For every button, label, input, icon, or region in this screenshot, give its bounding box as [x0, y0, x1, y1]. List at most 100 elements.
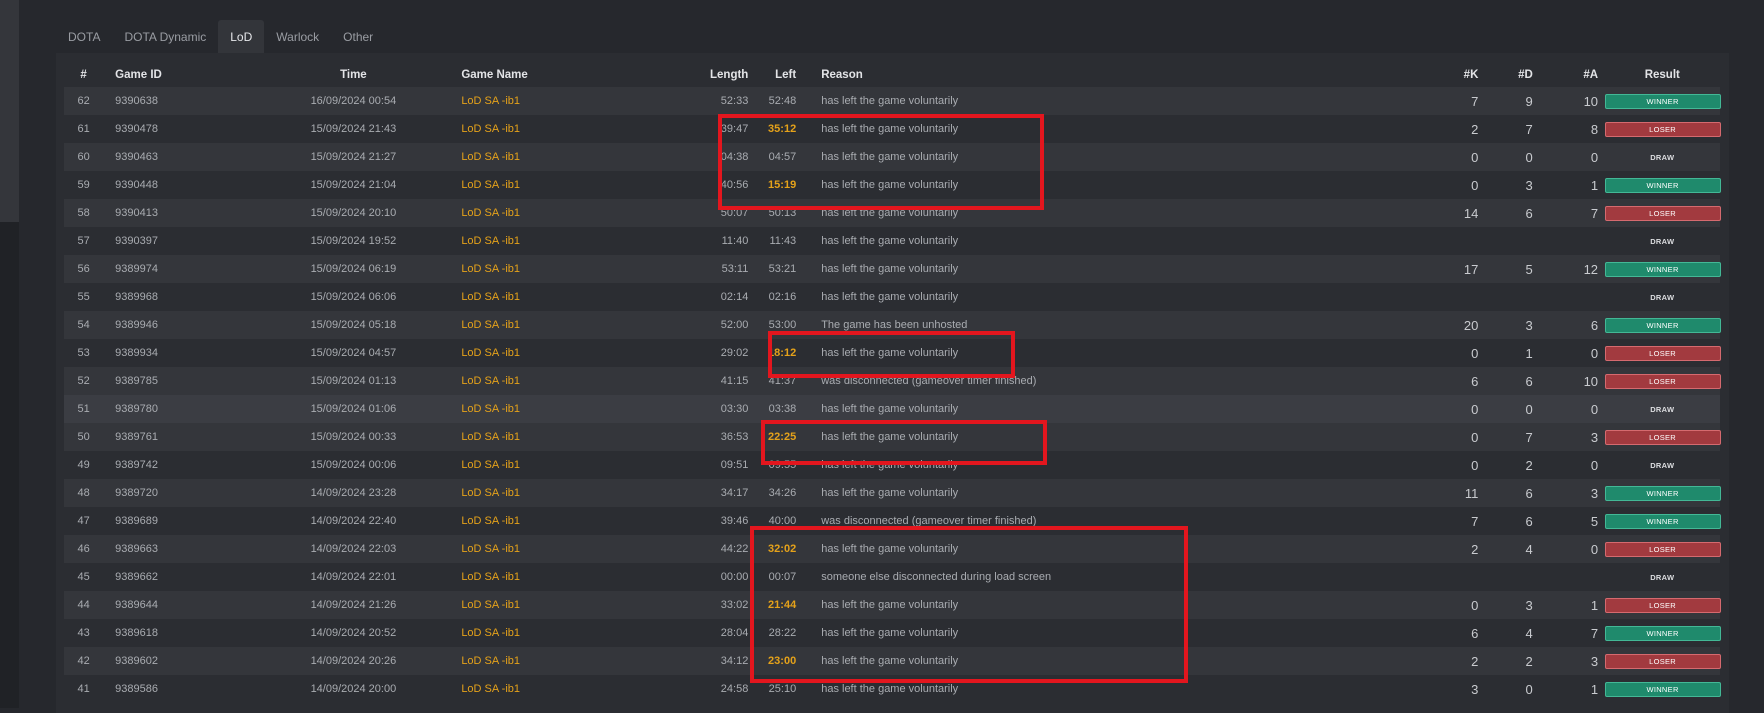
- table-row[interactable]: 41 9389586 14/09/2024 20:00 LoD SA -ib1 24:5…: [64, 675, 1721, 703]
- time-cell: 15/09/2024 00:33: [255, 423, 452, 451]
- row-number: 62: [64, 87, 104, 115]
- row-number: 56: [64, 255, 104, 283]
- kills-cell: 7: [1365, 87, 1479, 115]
- game-name-link[interactable]: LoD SA -ib1: [451, 395, 649, 423]
- result-cell: LOSER: [1604, 535, 1721, 563]
- col-header-assists[interactable]: #A: [1533, 63, 1598, 87]
- result-badge: LOSER: [1604, 597, 1721, 613]
- col-header-result[interactable]: Result: [1605, 63, 1720, 87]
- table-row[interactable]: 59 9390448 15/09/2024 21:04 LoD SA -ib1 40:5…: [64, 171, 1721, 199]
- table-row[interactable]: 44 9389644 14/09/2024 21:26 LoD SA -ib1 33:0…: [64, 591, 1721, 619]
- game-name-link[interactable]: LoD SA -ib1: [451, 255, 649, 283]
- result-badge: DRAW: [1650, 236, 1675, 246]
- result-badge: WINNER: [1604, 513, 1721, 529]
- table-row[interactable]: 58 9390413 15/09/2024 20:10 LoD SA -ib1 50:0…: [64, 199, 1721, 227]
- table-row[interactable]: 56 9389974 15/09/2024 06:19 LoD SA -ib1 53:1…: [64, 255, 1721, 283]
- game-name-link[interactable]: LoD SA -ib1: [451, 619, 649, 647]
- kills-cell: 6: [1365, 367, 1479, 395]
- deaths-cell: [1478, 227, 1533, 255]
- left-time-cell: 18:12: [748, 339, 797, 367]
- deaths-cell: 0: [1478, 395, 1533, 423]
- game-name-link[interactable]: LoD SA -ib1: [451, 675, 649, 703]
- game-id-cell: 9389663: [103, 535, 256, 563]
- time-cell: 15/09/2024 21:04: [255, 171, 452, 199]
- game-name-link[interactable]: LoD SA -ib1: [451, 423, 649, 451]
- deaths-cell: 9: [1478, 87, 1533, 115]
- game-name-link[interactable]: LoD SA -ib1: [451, 87, 649, 115]
- game-name-link[interactable]: LoD SA -ib1: [451, 563, 649, 591]
- game-name-link[interactable]: LoD SA -ib1: [451, 227, 649, 255]
- table-row[interactable]: 50 9389761 15/09/2024 00:33 LoD SA -ib1 36:5…: [64, 423, 1721, 451]
- result-cell: DRAW: [1604, 563, 1720, 591]
- game-name-link[interactable]: LoD SA -ib1: [451, 115, 649, 143]
- result-badge: LOSER: [1604, 653, 1721, 669]
- col-header-length[interactable]: Length: [648, 63, 748, 87]
- table-row[interactable]: 62 9390638 16/09/2024 00:54 LoD SA -ib1 52:3…: [64, 87, 1721, 115]
- table-row[interactable]: 53 9389934 15/09/2024 04:57 LoD SA -ib1 29:0…: [64, 339, 1721, 367]
- col-header-reason[interactable]: Reason: [821, 63, 1365, 87]
- row-number: 61: [64, 115, 104, 143]
- table-row[interactable]: 45 9389662 14/09/2024 22:01 LoD SA -ib1 00:0…: [64, 563, 1720, 591]
- col-header-time[interactable]: Time: [255, 63, 451, 87]
- col-header-number[interactable]: #: [64, 63, 103, 87]
- game-name-link[interactable]: LoD SA -ib1: [451, 171, 649, 199]
- kills-cell: 20: [1365, 311, 1479, 339]
- deaths-cell: 0: [1478, 143, 1533, 171]
- table-row[interactable]: 49 9389742 15/09/2024 00:06 LoD SA -ib1 09:5…: [64, 451, 1720, 479]
- col-header-left[interactable]: Left: [748, 63, 796, 87]
- game-name-link[interactable]: LoD SA -ib1: [451, 283, 649, 311]
- length-cell: 04:38: [648, 143, 749, 171]
- assists-cell: 6: [1532, 311, 1599, 339]
- table-row[interactable]: 61 9390478 15/09/2024 21:43 LoD SA -ib1 39:4…: [64, 115, 1721, 143]
- table-row[interactable]: 52 9389785 15/09/2024 01:13 LoD SA -ib1 41:1…: [64, 367, 1721, 395]
- table-row[interactable]: 55 9389968 15/09/2024 06:06 LoD SA -ib1 02:1…: [64, 283, 1720, 311]
- spacer-cell: [796, 255, 822, 283]
- spacer-cell: [796, 367, 822, 395]
- time-cell: 15/09/2024 21:27: [255, 143, 452, 171]
- game-id-cell: 9390638: [103, 87, 256, 115]
- game-id-cell: 9389720: [103, 479, 256, 507]
- tab-dota-dynamic[interactable]: DOTA Dynamic: [112, 20, 218, 54]
- game-name-link[interactable]: LoD SA -ib1: [451, 507, 649, 535]
- tab-lod[interactable]: LoD: [218, 20, 265, 54]
- game-name-link[interactable]: LoD SA -ib1: [451, 451, 649, 479]
- col-header-game-name[interactable]: Game Name: [451, 63, 648, 87]
- spacer-cell: [796, 87, 822, 115]
- time-cell: 15/09/2024 05:18: [255, 311, 452, 339]
- deaths-cell: 6: [1478, 507, 1533, 535]
- left-time-cell: 41:37: [748, 367, 797, 395]
- table-row[interactable]: 46 9389663 14/09/2024 22:03 LoD SA -ib1 44:2…: [64, 535, 1721, 563]
- assists-cell: 0: [1532, 395, 1599, 423]
- kills-cell: 14: [1365, 199, 1479, 227]
- game-name-link[interactable]: LoD SA -ib1: [451, 339, 649, 367]
- deaths-cell: 6: [1478, 367, 1533, 395]
- deaths-cell: 3: [1478, 591, 1533, 619]
- table-row[interactable]: 43 9389618 14/09/2024 20:52 LoD SA -ib1 28:0…: [64, 619, 1721, 647]
- game-id-cell: 9390413: [103, 199, 256, 227]
- length-cell: 29:02: [648, 339, 749, 367]
- game-name-link[interactable]: LoD SA -ib1: [451, 143, 649, 171]
- table-row[interactable]: 42 9389602 14/09/2024 20:26 LoD SA -ib1 34:1…: [64, 647, 1721, 675]
- game-name-link[interactable]: LoD SA -ib1: [451, 479, 649, 507]
- tab-dota[interactable]: DOTA: [56, 20, 112, 54]
- game-name-link[interactable]: LoD SA -ib1: [451, 535, 649, 563]
- table-row[interactable]: 60 9390463 15/09/2024 21:27 LoD SA -ib1 04:3…: [64, 143, 1720, 171]
- table-row[interactable]: 51 9389780 15/09/2024 01:06 LoD SA -ib1 03:3…: [64, 395, 1720, 423]
- col-header-game-id[interactable]: Game ID: [103, 63, 255, 87]
- table-row[interactable]: 48 9389720 14/09/2024 23:28 LoD SA -ib1 34:1…: [64, 479, 1721, 507]
- time-cell: 14/09/2024 20:52: [255, 619, 452, 647]
- table-row[interactable]: 54 9389946 15/09/2024 05:18 LoD SA -ib1 52:0…: [64, 311, 1721, 339]
- game-name-link[interactable]: LoD SA -ib1: [451, 367, 649, 395]
- col-header-kills[interactable]: #K: [1365, 63, 1479, 87]
- spacer-cell: [796, 619, 822, 647]
- tab-other[interactable]: Other: [331, 20, 385, 54]
- game-name-link[interactable]: LoD SA -ib1: [451, 647, 649, 675]
- table-row[interactable]: 57 9390397 15/09/2024 19:52 LoD SA -ib1 11:4…: [64, 227, 1720, 255]
- tab-warlock[interactable]: Warlock: [264, 20, 331, 54]
- game-name-link[interactable]: LoD SA -ib1: [451, 591, 649, 619]
- left-time-cell: 09:55: [748, 451, 797, 479]
- col-header-deaths[interactable]: #D: [1478, 63, 1533, 87]
- table-row[interactable]: 47 9389689 14/09/2024 22:40 LoD SA -ib1 39:4…: [64, 507, 1721, 535]
- game-name-link[interactable]: LoD SA -ib1: [451, 311, 649, 339]
- game-name-link[interactable]: LoD SA -ib1: [451, 199, 649, 227]
